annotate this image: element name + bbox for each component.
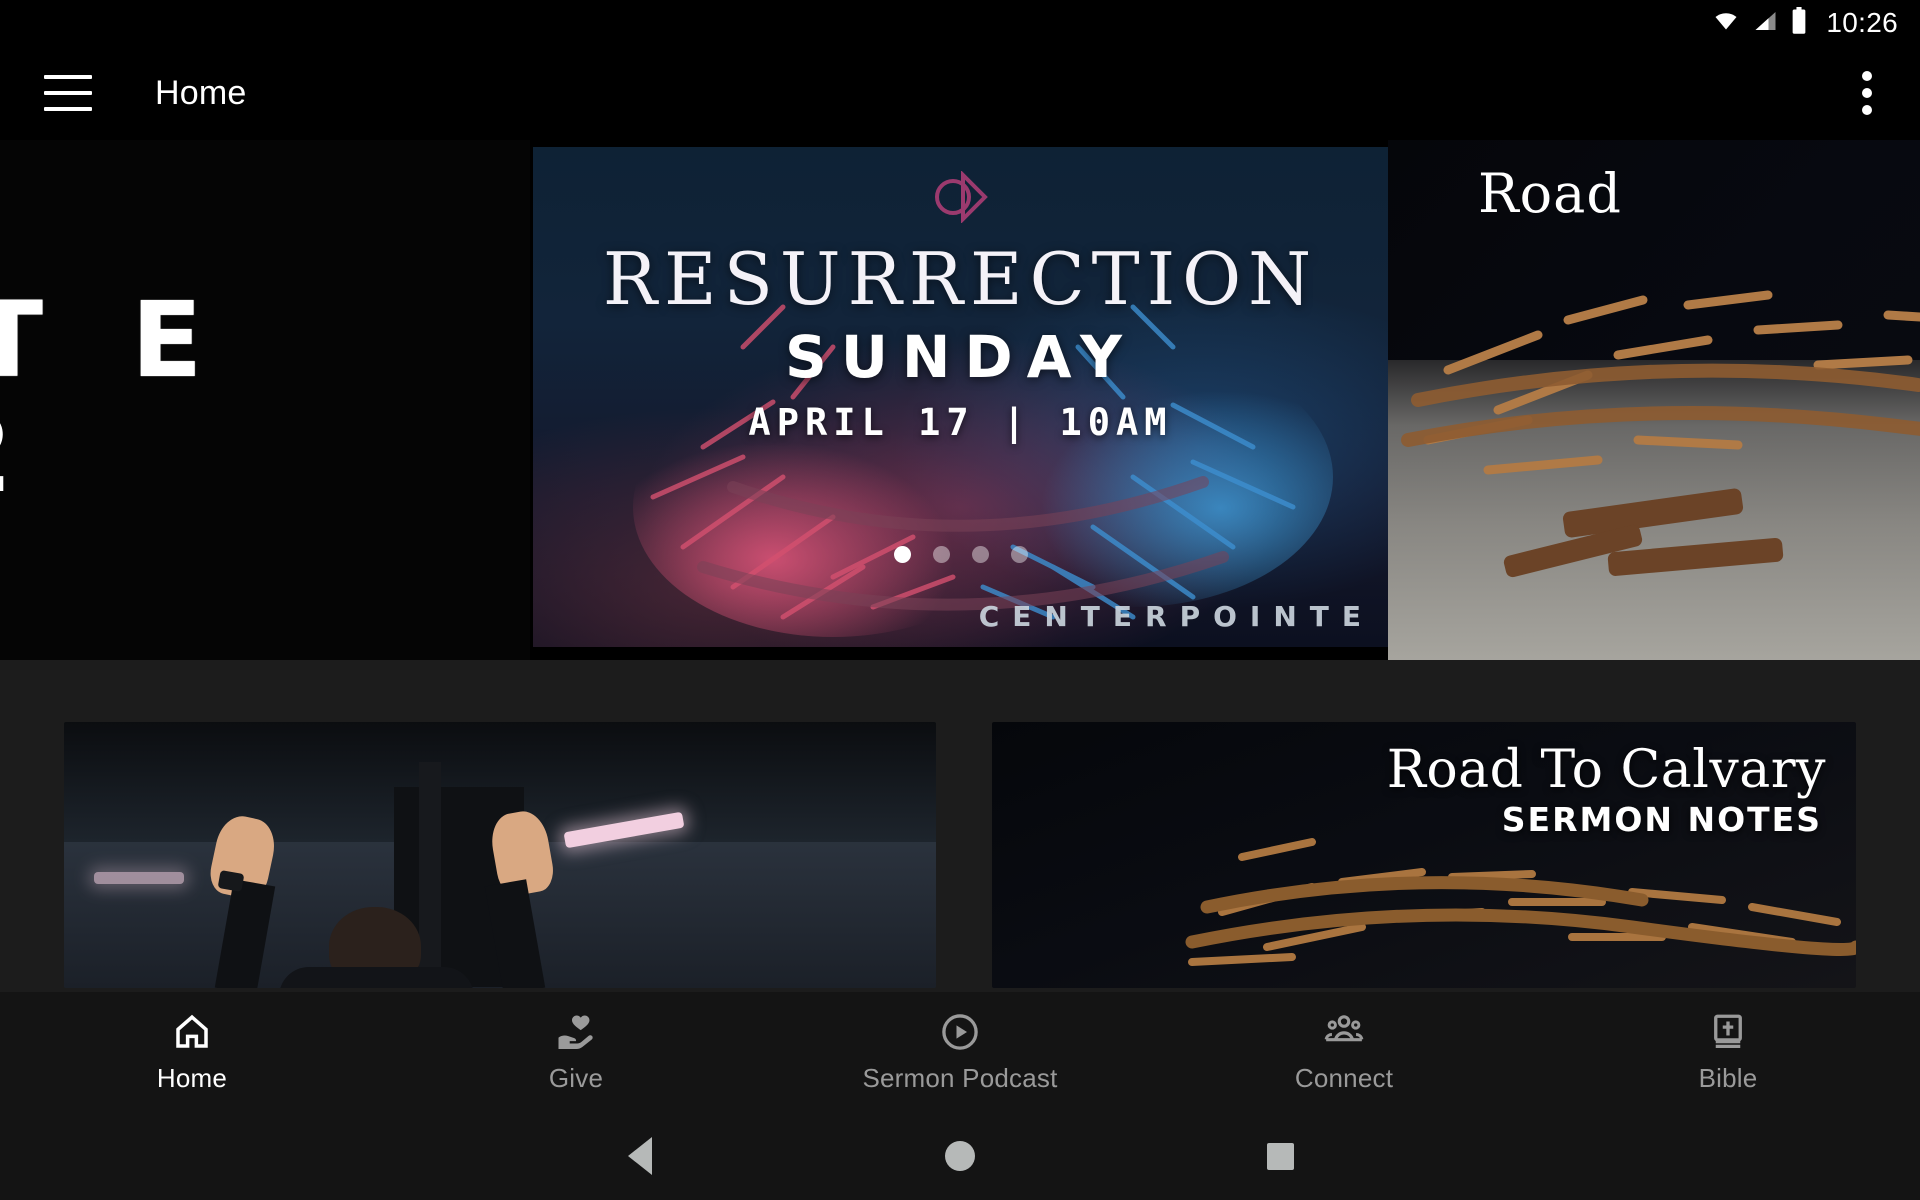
card-title: Road To Calvary <box>1386 740 1826 800</box>
nav-label-connect: Connect <box>1294 1062 1394 1093</box>
carousel-dot-4[interactable] <box>1010 546 1028 563</box>
system-back-button[interactable] <box>480 1137 800 1175</box>
nav-label-sermon-podcast: Sermon Podcast <box>862 1062 1058 1093</box>
carousel-slide-next[interactable]: Road <box>1388 140 1920 660</box>
nav-label-home: Home <box>156 1062 228 1093</box>
carousel-dot-1[interactable] <box>893 546 911 563</box>
slide-subtitle: SUNDAY <box>785 323 1136 391</box>
crown-thorns-nails-decoration <box>1401 290 1920 578</box>
page-title: Home <box>155 73 247 112</box>
nav-item-bible[interactable]: Bible <box>1536 992 1920 1112</box>
arm-left-decoration <box>214 879 276 988</box>
hand-heart-icon <box>555 1011 597 1053</box>
status-time: 10:26 <box>1826 7 1898 38</box>
home-circle-icon <box>945 1141 975 1171</box>
carousel-pagination[interactable] <box>893 546 1028 563</box>
app-bar: Home <box>0 46 1920 140</box>
bottom-navigation-bar: Home Give Sermon Podcast Connect Bible <box>0 992 1920 1112</box>
recents-square-icon <box>1266 1142 1294 1170</box>
status-bar: 10:26 <box>0 0 1920 46</box>
nav-item-sermon-podcast[interactable]: Sermon Podcast <box>768 992 1152 1112</box>
carousel-dot-2[interactable] <box>932 546 950 563</box>
shoulders-decoration <box>279 967 474 988</box>
nav-item-connect[interactable]: Connect <box>1152 992 1536 1112</box>
people-group-icon <box>1323 1011 1365 1053</box>
slide-date: APRIL 17 | 10AM <box>748 401 1173 444</box>
card-subtitle: SERMON NOTES <box>1501 800 1822 839</box>
light-tube-decoration <box>94 872 184 884</box>
system-recents-button[interactable] <box>1120 1142 1440 1170</box>
hero-carousel[interactable]: N I T E 2022 <box>0 140 1920 660</box>
ignite-title: N I T E <box>0 279 229 402</box>
centerpointe-logo-icon <box>933 170 989 224</box>
ignite-year: 2022 <box>0 398 530 512</box>
bible-book-icon <box>1707 1011 1749 1053</box>
slide-title: RESURRECTION <box>602 237 1319 321</box>
active-slide-content: RESURRECTION SUNDAY APRIL 17 | 10AM <box>533 147 1388 647</box>
nav-label-bible: Bible <box>1698 1062 1758 1093</box>
status-icons <box>1711 6 1808 40</box>
system-home-button[interactable] <box>800 1141 1120 1171</box>
back-triangle-icon <box>628 1137 652 1175</box>
nav-item-give[interactable]: Give <box>384 992 768 1112</box>
slide-brand: CENTERPOINTE <box>978 600 1374 633</box>
play-circle-icon <box>939 1011 981 1053</box>
hamburger-menu-icon[interactable] <box>44 75 92 111</box>
watch-decoration <box>217 870 245 892</box>
battery-icon <box>1790 6 1808 40</box>
cellular-signal-icon <box>1752 9 1779 38</box>
home-icon <box>171 1011 213 1053</box>
carousel-dot-3[interactable] <box>971 546 989 563</box>
road-to-calvary-card[interactable]: Road To Calvary SERMON NOTES <box>992 722 1856 988</box>
content-cards-row: Road To Calvary SERMON NOTES <box>0 660 1920 1000</box>
android-system-navigation <box>0 1112 1920 1200</box>
nav-label-give: Give <box>548 1062 604 1093</box>
wifi-icon <box>1711 9 1741 38</box>
carousel-slide-active[interactable]: RESURRECTION SUNDAY APRIL 17 | 10AM CENT… <box>533 147 1388 647</box>
ignite-slide-content: N I T E 2022 <box>0 140 530 660</box>
worship-card[interactable] <box>64 722 936 988</box>
pole-decoration <box>419 762 441 988</box>
carousel-slide-previous[interactable]: N I T E 2022 <box>0 140 530 660</box>
more-vertical-icon[interactable] <box>1862 71 1874 115</box>
nav-item-home[interactable]: Home <box>0 992 384 1112</box>
